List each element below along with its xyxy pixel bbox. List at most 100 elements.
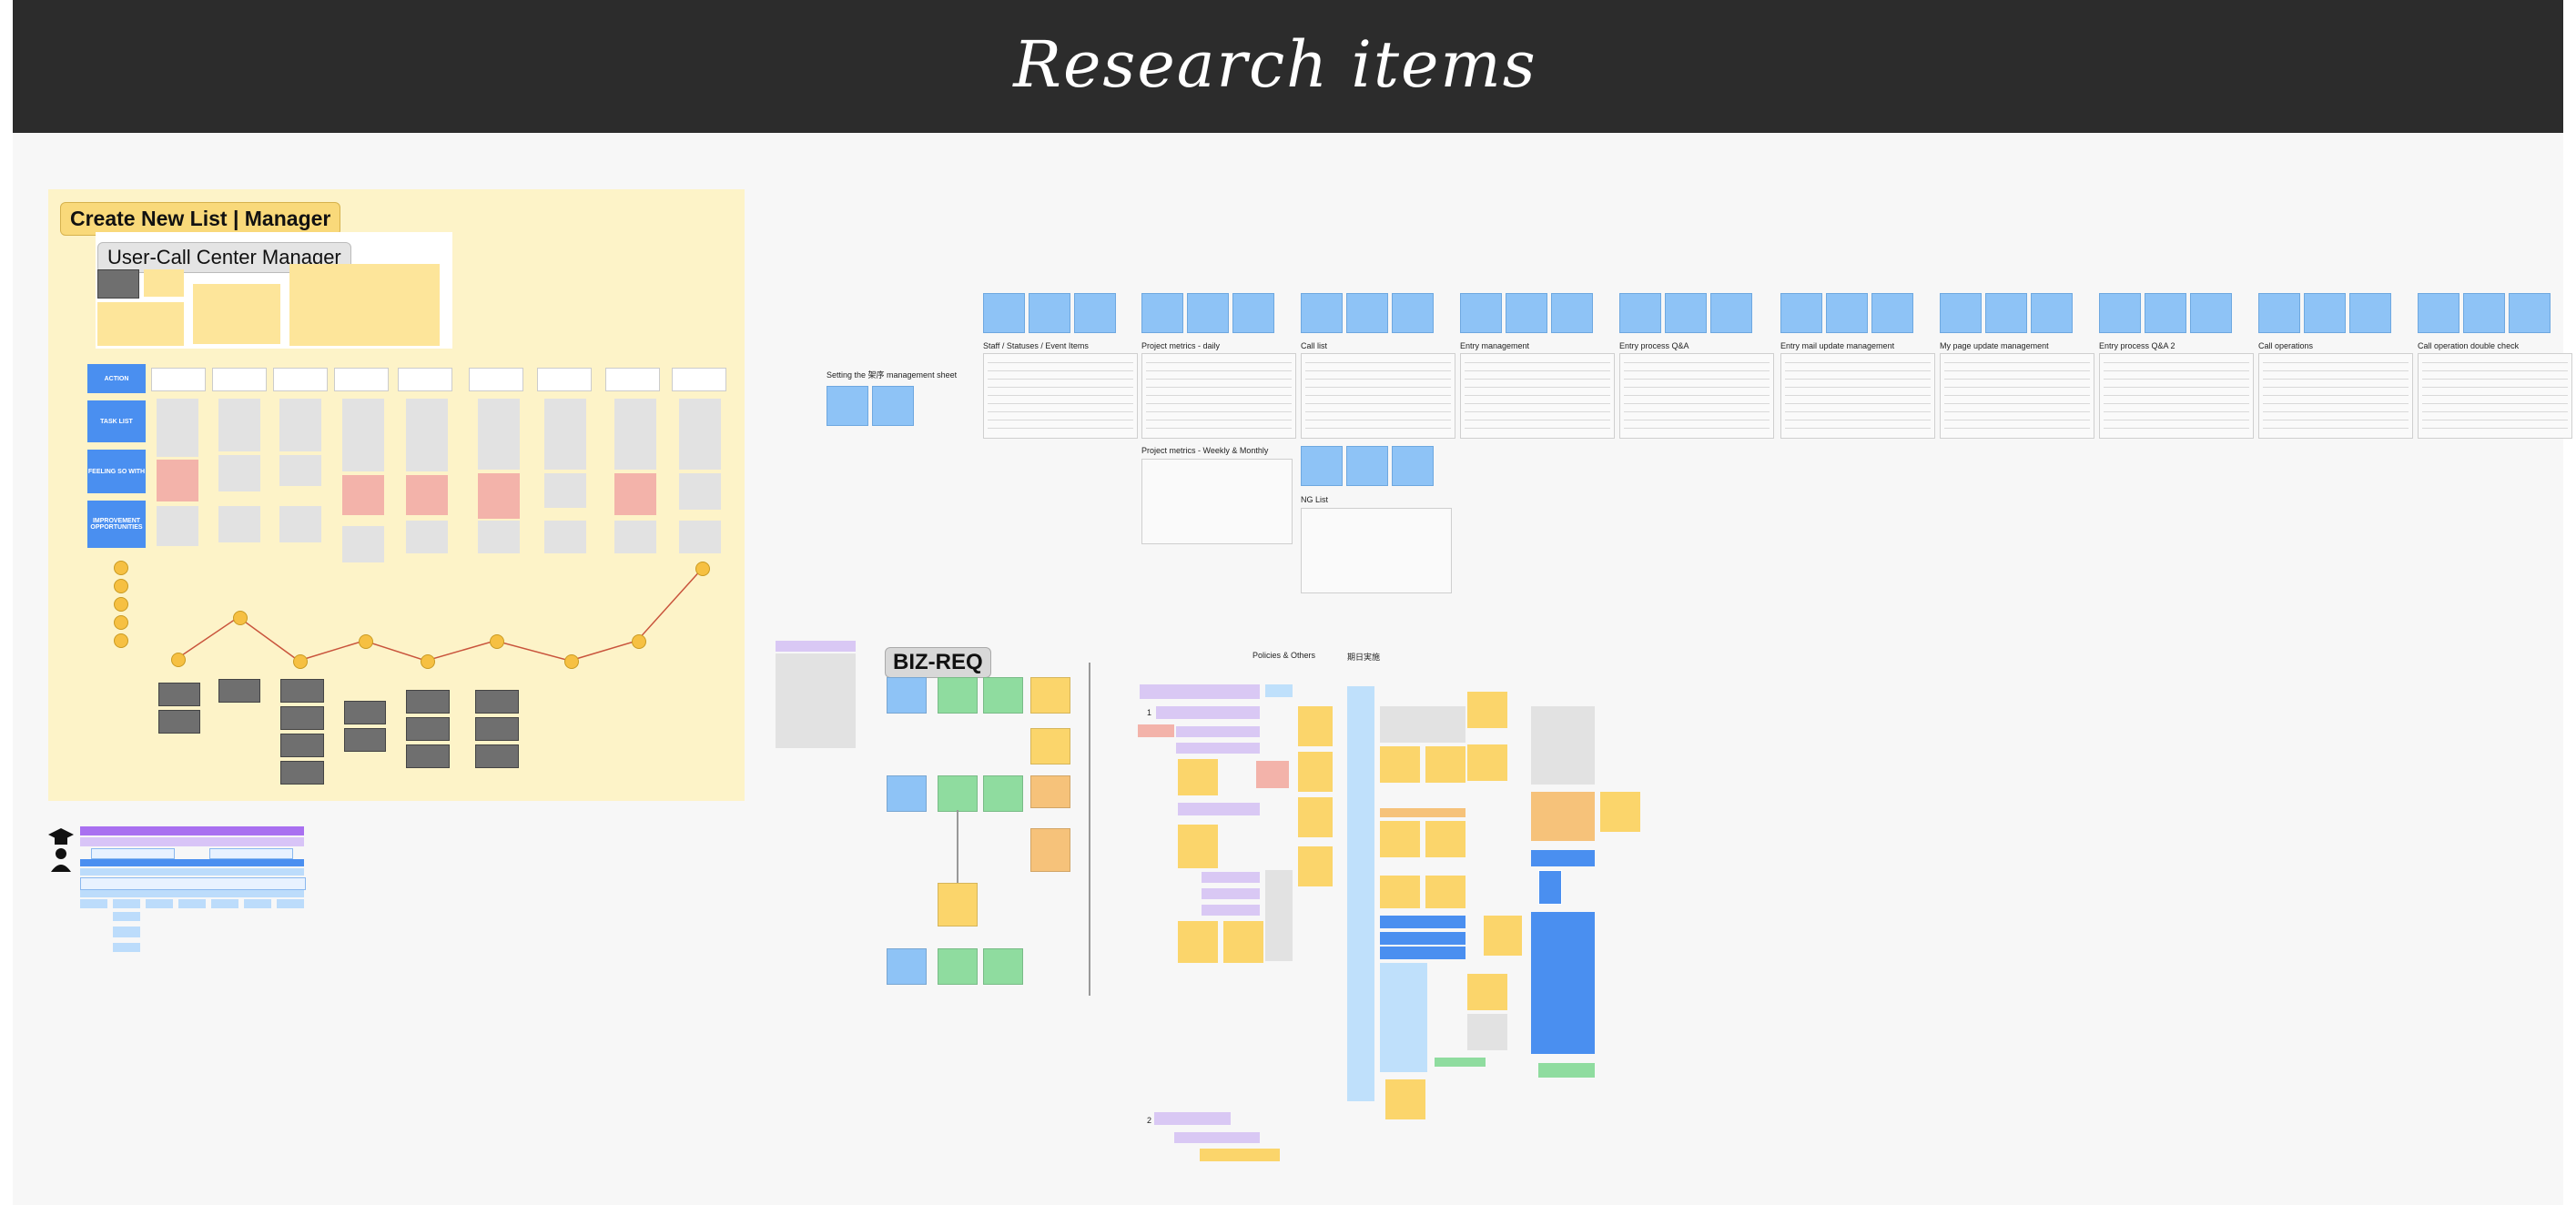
sticky-note[interactable] [2258, 293, 2300, 333]
sticky-note[interactable] [1346, 446, 1388, 486]
sticky-note[interactable] [983, 293, 1025, 333]
sticky-note[interactable] [938, 948, 978, 985]
task-card[interactable] [218, 399, 260, 451]
sitemap-node[interactable] [80, 899, 107, 908]
improvement-card[interactable] [279, 506, 321, 542]
task-card[interactable] [614, 399, 656, 470]
sticky-note[interactable] [1467, 692, 1507, 728]
sticky-note[interactable] [1467, 744, 1507, 781]
flow-node[interactable] [1178, 803, 1260, 815]
flow-node[interactable] [1202, 872, 1260, 883]
research-photo[interactable] [406, 717, 450, 741]
sitemap-node[interactable] [113, 927, 140, 937]
flow-node[interactable] [1380, 808, 1465, 817]
sticky-note[interactable] [1826, 293, 1868, 333]
flow-node[interactable] [1176, 743, 1260, 754]
sticky-note[interactable] [1460, 293, 1502, 333]
sticky-note[interactable] [1380, 821, 1420, 857]
sticky-note[interactable] [2418, 293, 2459, 333]
sticky-note[interactable] [887, 677, 927, 714]
task-card[interactable] [342, 399, 384, 471]
sitemap-bar[interactable] [80, 890, 304, 897]
sitemap-level[interactable] [80, 837, 304, 846]
sitemap-node[interactable] [146, 899, 173, 908]
sticky-note[interactable] [1301, 293, 1343, 333]
flow-node[interactable] [1265, 684, 1293, 697]
flow-warning-node[interactable] [1256, 761, 1289, 788]
feeling-card[interactable] [279, 455, 321, 486]
spreadsheet-thumbnail[interactable] [1301, 508, 1452, 593]
sticky-note[interactable] [1425, 876, 1465, 908]
sticky-note[interactable] [1030, 828, 1070, 872]
sticky-note[interactable] [1298, 752, 1333, 792]
biz-header-note[interactable] [776, 641, 856, 652]
progress-bar[interactable] [1380, 932, 1465, 945]
sticky-note[interactable] [2031, 293, 2073, 333]
sticky-note[interactable] [1346, 293, 1388, 333]
sticky-note[interactable] [1665, 293, 1707, 333]
feeling-card[interactable] [406, 475, 448, 515]
improvement-card[interactable] [406, 521, 448, 553]
sticky-note[interactable] [2509, 293, 2551, 333]
sticky-note[interactable] [2099, 293, 2141, 333]
sticky-note[interactable] [1385, 1079, 1425, 1119]
flow-node[interactable] [1176, 726, 1260, 737]
flow-node[interactable] [1538, 1063, 1595, 1078]
research-photo[interactable] [280, 706, 324, 730]
sticky-note[interactable] [2190, 293, 2232, 333]
task-card[interactable] [679, 399, 721, 470]
sticky-note[interactable] [1178, 921, 1218, 963]
research-photo[interactable] [475, 717, 519, 741]
sticky-note[interactable] [983, 948, 1023, 985]
research-photo[interactable] [406, 744, 450, 768]
journey-step[interactable] [212, 368, 267, 391]
improvement-card[interactable] [218, 506, 260, 542]
grey-panel[interactable] [1380, 706, 1465, 743]
sticky-note[interactable] [1619, 293, 1661, 333]
persona-note[interactable] [289, 264, 440, 346]
sticky-note[interactable] [1425, 746, 1465, 783]
journey-step[interactable] [398, 368, 452, 391]
sitemap-node[interactable] [211, 899, 238, 908]
spreadsheet-thumbnail[interactable] [1780, 353, 1935, 439]
research-photo[interactable] [344, 728, 386, 752]
feeling-card[interactable] [157, 460, 198, 501]
feeling-card[interactable] [679, 473, 721, 510]
sticky-note[interactable] [1030, 728, 1070, 765]
research-photo[interactable] [158, 710, 200, 734]
improvement-card[interactable] [614, 521, 656, 553]
biz-notes-panel[interactable] [776, 653, 856, 748]
journey-map-tag[interactable]: Create New List | Manager [60, 202, 341, 236]
sticky-note[interactable] [983, 677, 1023, 714]
task-card[interactable] [478, 399, 520, 470]
improvement-card[interactable] [478, 521, 520, 553]
sticky-note[interactable] [1074, 293, 1116, 333]
sticky-note[interactable] [1380, 746, 1420, 783]
task-card[interactable] [544, 399, 586, 470]
sticky-note[interactable] [1141, 293, 1183, 333]
research-photo[interactable] [280, 679, 324, 703]
spreadsheet-thumbnail[interactable] [1141, 459, 1293, 544]
research-photo[interactable] [344, 701, 386, 724]
flow-node[interactable] [1202, 888, 1260, 899]
research-photo[interactable] [280, 734, 324, 757]
feeling-card[interactable] [218, 455, 260, 491]
sticky-note[interactable] [1232, 293, 1274, 333]
sticky-note[interactable] [1506, 293, 1547, 333]
sticky-note[interactable] [938, 883, 978, 927]
sitemap-root[interactable] [80, 826, 304, 835]
timeline-column[interactable] [1347, 686, 1374, 1101]
grey-panel[interactable] [1265, 870, 1293, 961]
sticky-note[interactable] [1392, 446, 1434, 486]
research-photo[interactable] [475, 690, 519, 714]
sticky-note[interactable] [938, 677, 978, 714]
sitemap-node[interactable] [178, 899, 206, 908]
sitemap-node[interactable] [277, 899, 304, 908]
flow-node[interactable] [1156, 706, 1260, 719]
blue-block[interactable] [1531, 912, 1595, 1054]
sitemap-node[interactable] [91, 848, 175, 859]
sticky-note[interactable] [1940, 293, 1982, 333]
sticky-note[interactable] [2304, 293, 2346, 333]
sticky-note[interactable] [1425, 821, 1465, 857]
improvement-card[interactable] [544, 521, 586, 553]
